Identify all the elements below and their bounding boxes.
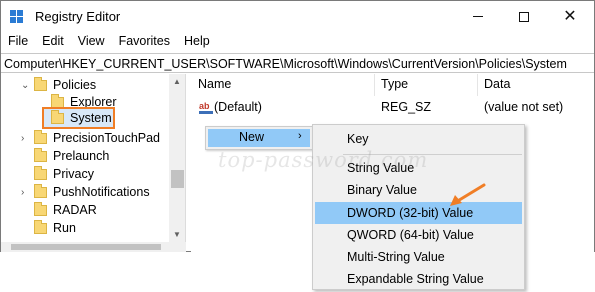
annotation-arrow-icon (450, 183, 486, 206)
minimize-icon (473, 16, 483, 17)
submenu-item-key[interactable]: Key (315, 128, 522, 150)
tree-vertical-scrollbar[interactable]: ▲ ▼ (169, 74, 185, 242)
submenu-item-multi-string-value[interactable]: Multi-String Value (315, 246, 522, 268)
new-submenu: Key String Value Binary Value DWORD (32-… (312, 124, 525, 290)
menu-edit[interactable]: Edit (35, 32, 71, 52)
tree-item-label: RADAR (53, 203, 97, 217)
submenu-item-expandable-string-value[interactable]: Expandable String Value (315, 268, 522, 290)
registry-editor-icon (10, 10, 24, 24)
expand-icon[interactable]: › (21, 133, 24, 144)
value-name[interactable]: (Default) (214, 100, 262, 118)
close-icon: ✕ (563, 7, 577, 25)
tree-item-label: Run (53, 221, 76, 235)
column-divider (374, 74, 375, 96)
submenu-item-string-value[interactable]: String Value (315, 157, 522, 179)
submenu-item-qword-value[interactable]: QWORD (64-bit) Value (315, 224, 522, 246)
maximize-button[interactable] (501, 1, 547, 32)
column-header-type[interactable]: Type (381, 77, 408, 91)
address-bar[interactable]: Computer\HKEY_CURRENT_USER\SOFTWARE\Micr… (1, 53, 594, 73)
menu-favorites[interactable]: Favorites (112, 32, 177, 52)
title-bar: Registry Editor ✕ (1, 1, 594, 32)
column-header-name[interactable]: Name (198, 77, 231, 91)
scroll-up-icon[interactable]: ▲ (173, 77, 181, 86)
window-title: Registry Editor (35, 9, 121, 24)
column-header-data[interactable]: Data (484, 77, 510, 91)
folder-icon (34, 183, 47, 198)
scroll-thumb[interactable] (171, 170, 184, 188)
folder-icon (34, 129, 47, 144)
tree-item-system[interactable]: System (51, 107, 112, 129)
folder-icon (34, 76, 47, 91)
minimize-button[interactable] (455, 1, 501, 32)
menu-help[interactable]: Help (177, 32, 217, 52)
menu-item-new-label: New (239, 130, 265, 144)
tree-item-run[interactable]: Run (34, 217, 76, 239)
close-button[interactable]: ✕ (547, 1, 593, 32)
menu-separator (343, 154, 522, 155)
tree-item-label: Prelaunch (53, 149, 110, 163)
scroll-thumb[interactable] (11, 244, 161, 250)
menu-view[interactable]: View (71, 32, 112, 52)
maximize-icon (519, 11, 529, 22)
menu-file[interactable]: File (1, 32, 35, 52)
tree-item-label: Policies (53, 78, 97, 92)
collapse-icon[interactable]: ⌄ (21, 80, 29, 91)
submenu-item-binary-value[interactable]: Binary Value (315, 179, 522, 201)
tree-item-label: PrecisionTouchPad (53, 131, 161, 145)
string-value-icon: ab (199, 101, 215, 115)
tree-horizontal-scrollbar[interactable] (1, 242, 186, 252)
tree-item-label: PushNotifications (53, 185, 150, 199)
context-menu: New › (205, 126, 313, 150)
folder-icon (34, 219, 47, 234)
expand-icon[interactable]: › (21, 187, 24, 198)
folder-icon (34, 147, 47, 162)
value-type: REG_SZ (381, 100, 432, 114)
key-tree: ⌄ Policies Explorer System › PrecisionTo… (1, 74, 186, 242)
submenu-item-dword-value[interactable]: DWORD (32-bit) Value (315, 202, 522, 224)
folder-icon (51, 93, 64, 108)
folder-icon (34, 201, 47, 216)
folder-icon (51, 109, 64, 124)
submenu-arrow-icon: › (298, 130, 302, 142)
tree-item-label: System (70, 111, 112, 125)
value-data: (value not set) (484, 100, 564, 114)
column-divider (477, 74, 478, 96)
folder-icon (34, 165, 47, 180)
tree-item-label: Privacy (53, 167, 94, 181)
menu-bar: File Edit View Favorites Help (1, 32, 594, 52)
scroll-down-icon[interactable]: ▼ (173, 230, 181, 239)
